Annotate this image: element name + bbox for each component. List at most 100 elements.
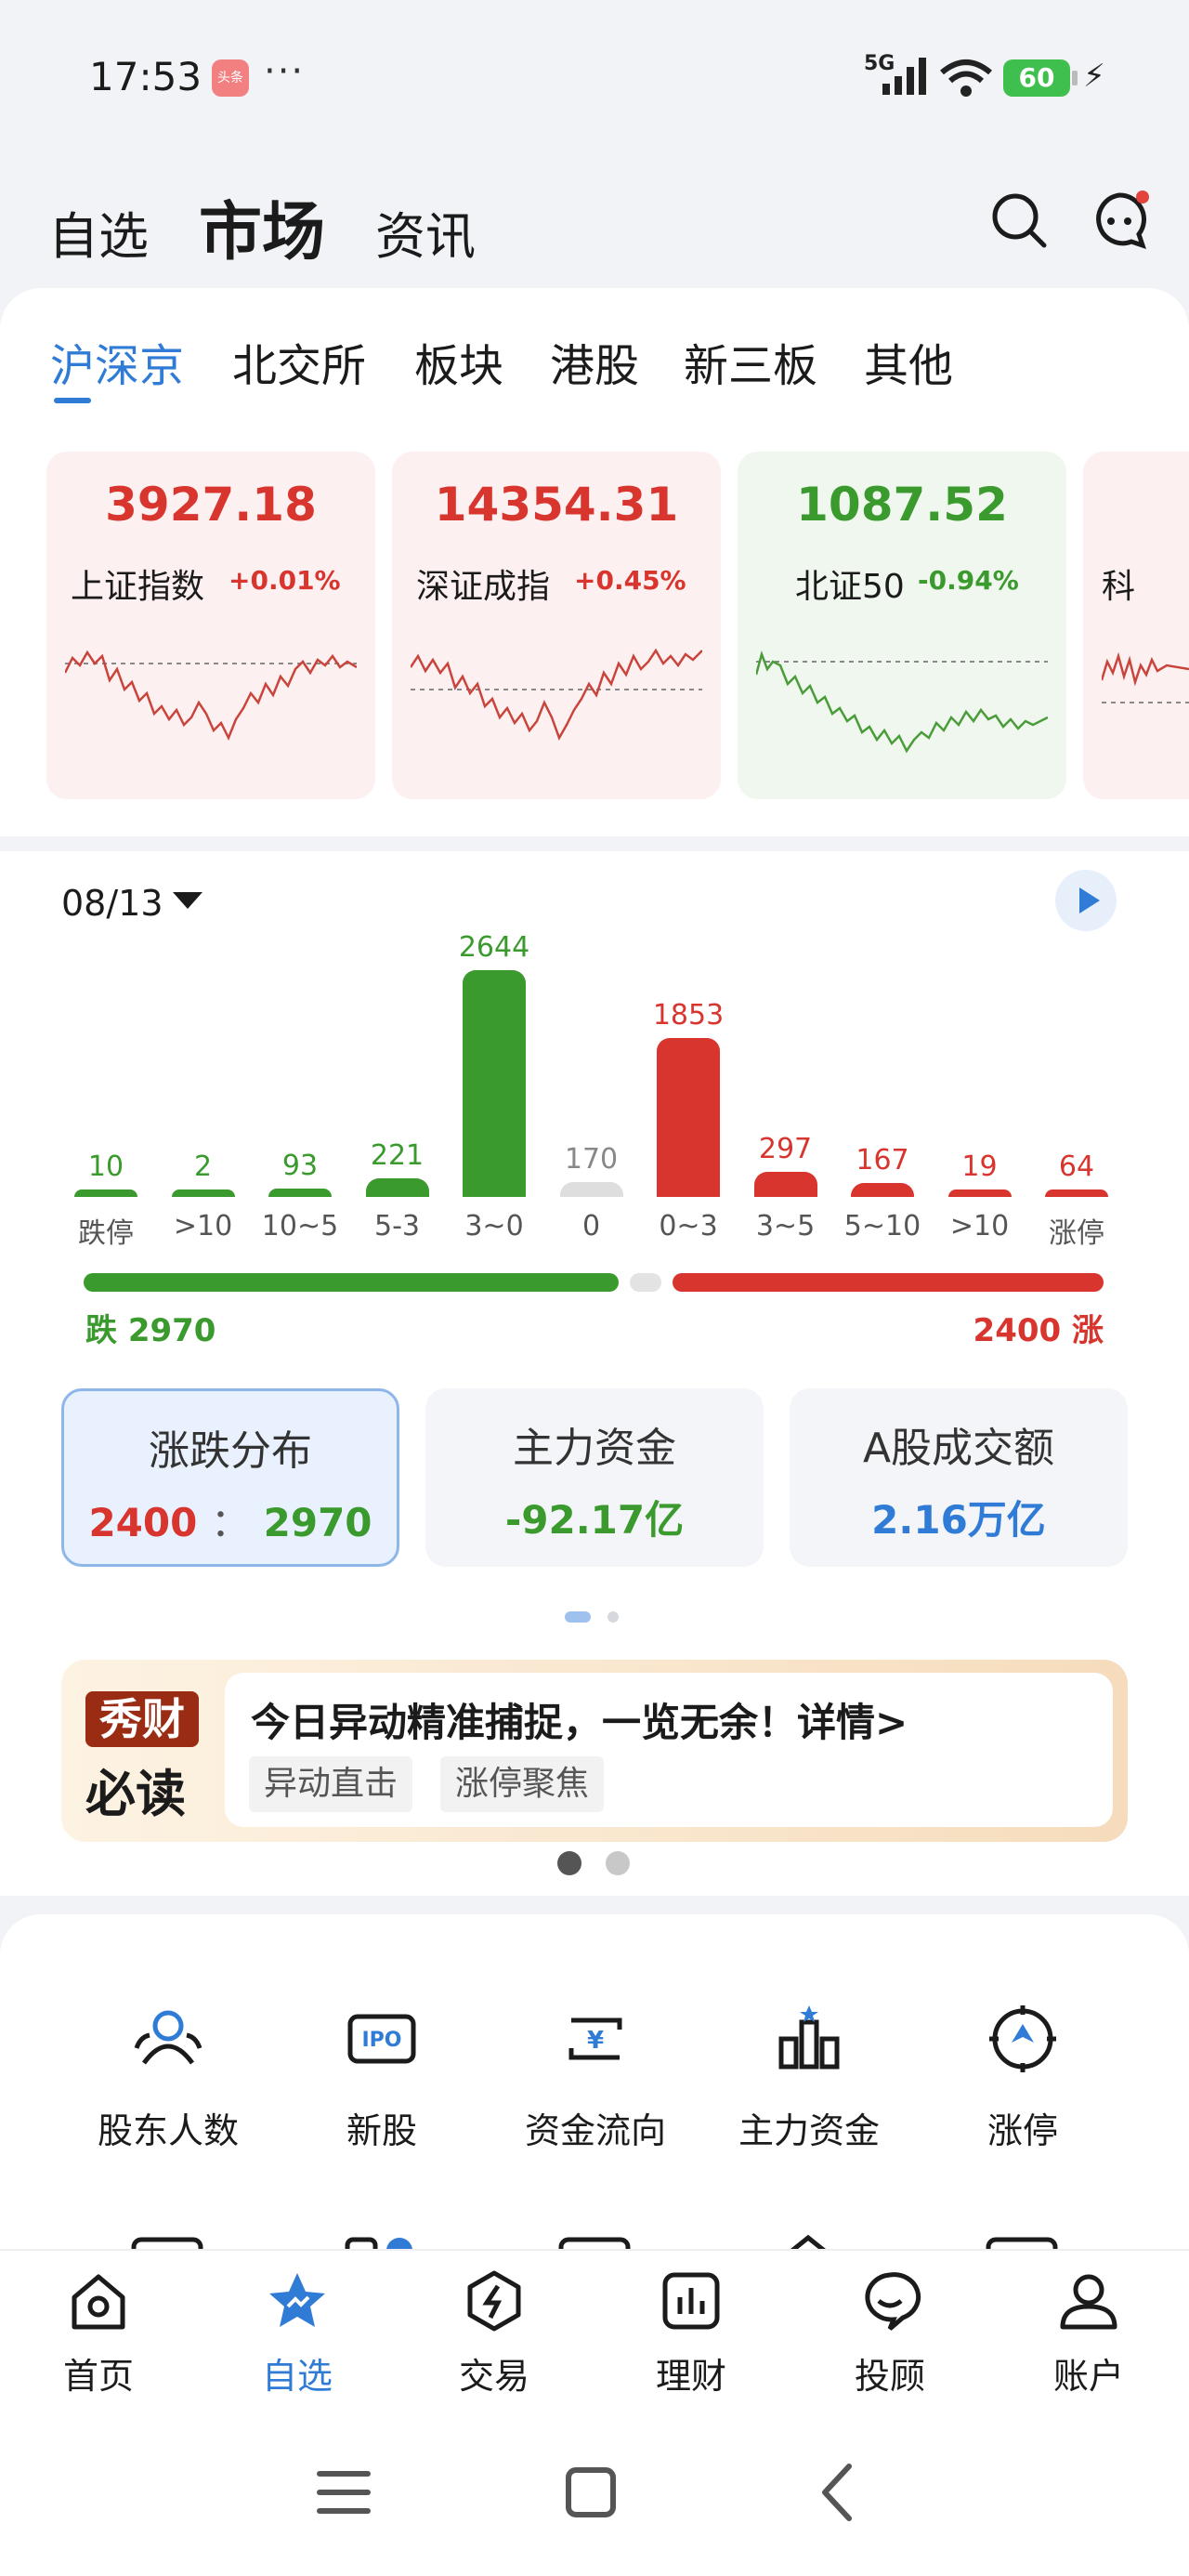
stat-down-count: 2970 <box>263 1500 372 1545</box>
tab-bse[interactable]: 北交所 <box>232 329 366 394</box>
distribution-bar-category: 5~10 <box>843 1210 921 1242</box>
distribution-bar-category: 10~5 <box>261 1210 339 1242</box>
index-change: +0.01% <box>229 565 341 596</box>
shortcut-ipo[interactable]: IPO 新股 <box>275 2002 489 2178</box>
charging-icon: ⚡ <box>1083 58 1105 95</box>
stat-card-turnover[interactable]: A股成交额 2.16万亿 <box>790 1388 1128 1567</box>
svg-text:¥: ¥ <box>587 2027 604 2055</box>
nav-watchlist[interactable]: 自选 <box>204 2269 390 2399</box>
banner-logo-top: 秀财 <box>85 1691 199 1747</box>
distribution-bar-category: 0 <box>581 1210 601 1242</box>
shortcut-label: 资金流向 <box>524 2110 666 2151</box>
tab-market[interactable]: 市场 <box>199 180 325 272</box>
home-square-icon[interactable] <box>554 2455 628 2530</box>
distribution-bar <box>559 1182 623 1197</box>
capital-flow-icon: ¥ <box>568 2017 622 2060</box>
more-notifications-icon: ··· <box>264 50 306 93</box>
tab-hushenjing[interactable]: 沪深京 <box>50 329 184 394</box>
banner-indicator <box>606 1851 630 1875</box>
nav-account[interactable]: 账户 <box>996 2269 1182 2399</box>
index-value: 3927.18 <box>105 478 317 532</box>
nav-wealth[interactable]: 理财 <box>598 2269 784 2399</box>
system-navigation-bar <box>0 2407 1189 2576</box>
stat-value: 2.16万亿 <box>871 1497 1046 1543</box>
limit-up-icon <box>989 2005 1056 2072</box>
promo-banner[interactable]: 秀财 必读 今日异动精准捕捉，一览无余！详情> 异动直击 涨停聚焦 <box>61 1660 1128 1842</box>
shortcut-capital-flow[interactable]: ¥ 资金流向 <box>489 2002 702 2178</box>
index-sparkline <box>1102 651 1189 703</box>
fall-total: 跌 2970 <box>85 1312 216 1349</box>
banner-headline[interactable]: 今日异动精准捕捉，一览无余！详情> <box>251 1691 908 1748</box>
distribution-bar-value: 297 <box>758 1132 813 1165</box>
distribution-bar-value: 2644 <box>458 931 530 964</box>
index-value: 14354.31 <box>434 478 679 532</box>
rise-ratio-bar <box>673 1273 1104 1292</box>
shortcut-grid: 股东人数 IPO 新股 ¥ 资金流向 主力资金 涨停 <box>0 1914 1189 2249</box>
battery-level: 60 <box>1003 59 1070 97</box>
index-card-star-partial[interactable]: 科 <box>1083 452 1189 799</box>
index-card-sse[interactable]: 3927.18 上证指数 +0.01% <box>46 452 375 799</box>
distribution-bar-value: 1853 <box>652 998 725 1032</box>
distribution-bar-chart: 10 跌停 2 >10 93 10~5 221 5-3 2644 3~0 170 0 1853 0~3 29… <box>0 851 1189 1269</box>
distribution-bar-category: 跌停 <box>78 1217 134 1250</box>
back-icon[interactable] <box>801 2455 875 2530</box>
index-name: 上证指数 <box>71 568 205 606</box>
shortcut-shareholders[interactable]: 股东人数 <box>61 2002 275 2178</box>
account-icon <box>1060 2274 1117 2330</box>
advisor-icon <box>865 2272 921 2331</box>
banner-tag-limit-up[interactable]: 涨停聚焦 <box>440 1756 605 1812</box>
index-card-szse[interactable]: 14354.31 深证成指 +0.45% <box>392 452 721 799</box>
nav-label: 交易 <box>458 2356 529 2397</box>
search-icon[interactable] <box>986 188 1052 253</box>
banner-logo-bottom: 必读 <box>85 1765 186 1823</box>
tab-hk-stocks[interactable]: 港股 <box>550 329 639 394</box>
nav-trade[interactable]: 交易 <box>401 2269 587 2399</box>
page-indicator <box>608 1611 619 1623</box>
distribution-bar <box>463 970 526 1197</box>
nav-label: 自选 <box>261 2356 333 2397</box>
stat-value: 2400 ： 2970 <box>64 1492 397 1548</box>
tab-neeq[interactable]: 新三板 <box>684 329 817 394</box>
ipo-icon: IPO <box>347 2014 416 2064</box>
next-row-icon <box>558 2237 631 2249</box>
banner-content: 今日异动精准捕捉，一览无余！详情> 异动直击 涨停聚焦 <box>225 1673 1113 1827</box>
menu-icon[interactable] <box>307 2455 381 2530</box>
banner-indicator-active <box>557 1851 581 1875</box>
shortcut-limit-up[interactable]: 涨停 <box>916 2002 1130 2178</box>
index-card-bse50[interactable]: 1087.52 北证50 -0.94% <box>738 452 1066 799</box>
nav-home[interactable]: 首页 <box>6 2269 191 2399</box>
shortcut-label: 主力资金 <box>738 2110 880 2151</box>
top-header: 自选 市场 资讯 <box>0 167 1189 279</box>
tab-news[interactable]: 资讯 <box>375 195 476 269</box>
distribution-bar-category: >10 <box>173 1210 233 1242</box>
banner-tag-anomaly[interactable]: 异动直击 <box>249 1756 413 1812</box>
distribution-bar-value: 64 <box>1058 1150 1095 1183</box>
tab-others[interactable]: 其他 <box>864 329 953 394</box>
index-name: 深证成指 <box>416 568 551 606</box>
tab-sectors[interactable]: 板块 <box>414 329 503 394</box>
distribution-bar <box>74 1189 137 1197</box>
distribution-bar-value: 167 <box>856 1143 909 1176</box>
signal-icon <box>882 58 926 95</box>
next-row-icon <box>790 2234 827 2249</box>
distribution-bar-value: 10 <box>87 1150 124 1183</box>
tab-watchlist[interactable]: 自选 <box>48 195 149 269</box>
index-sparkline <box>411 648 702 741</box>
distribution-bar <box>851 1182 914 1197</box>
message-icon[interactable] <box>1087 188 1152 253</box>
distribution-bar <box>947 1189 1012 1197</box>
distribution-bar <box>657 1037 720 1197</box>
stat-value: -92.17亿 <box>504 1497 685 1543</box>
distribution-bar-category: 涨停 <box>1049 1217 1104 1250</box>
stat-card-distribution[interactable]: 涨跌分布 2400 ： 2970 <box>61 1388 399 1567</box>
nav-label: 首页 <box>62 2356 134 2397</box>
distribution-bar <box>365 1177 429 1197</box>
shortcut-main-capital[interactable]: 主力资金 <box>702 2002 916 2178</box>
distribution-bar <box>753 1171 817 1197</box>
nav-label: 账户 <box>1052 2356 1124 2397</box>
favorites-star-icon <box>269 2273 325 2327</box>
nav-advisor[interactable]: 投顾 <box>797 2269 983 2399</box>
distribution-bar-value: 93 <box>281 1150 319 1183</box>
stat-card-main-capital[interactable]: 主力资金 -92.17亿 <box>425 1388 764 1567</box>
stat-separator: ： <box>210 1500 250 1545</box>
